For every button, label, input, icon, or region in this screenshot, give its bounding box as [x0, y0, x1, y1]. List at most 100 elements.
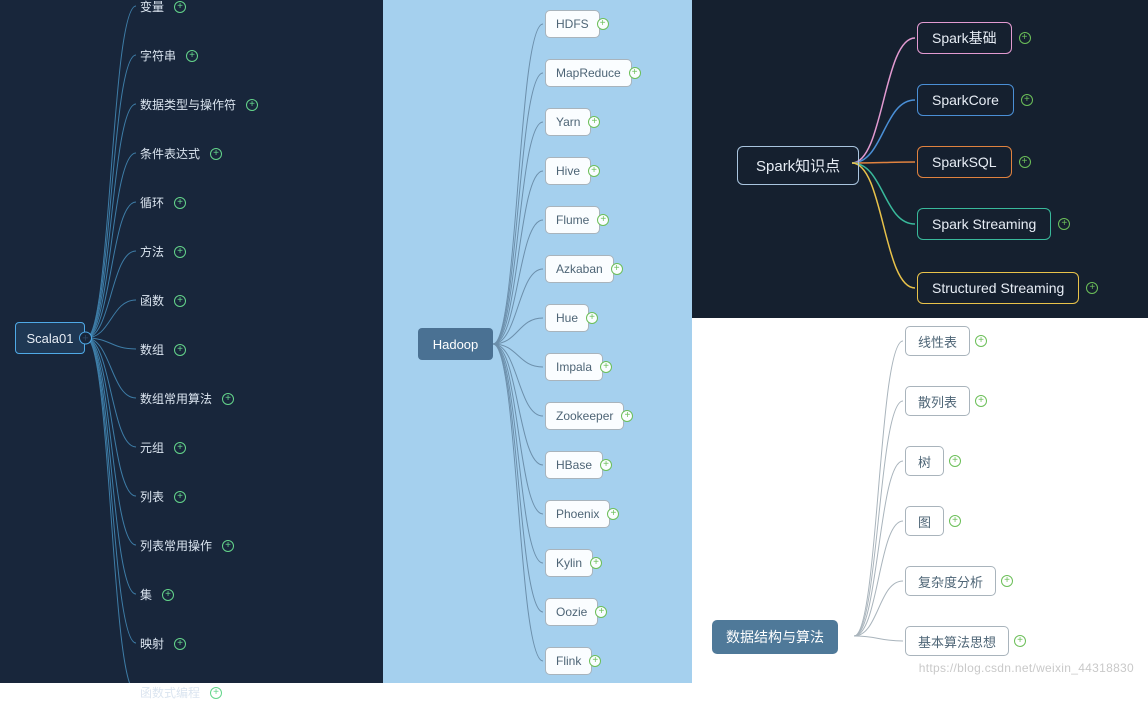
expand-icon[interactable]: + — [246, 99, 258, 111]
child-node[interactable]: 数组 + — [140, 341, 186, 358]
mindmap-datastructures: 数据结构与算法 https://blog.csdn.net/weixin_443… — [692, 318, 1148, 683]
expand-icon[interactable]: + — [1021, 94, 1033, 106]
expand-icon[interactable]: + — [174, 1, 186, 13]
child-node[interactable]: 线性表+ — [905, 326, 970, 356]
expand-icon[interactable]: + — [174, 197, 186, 209]
child-node[interactable]: 条件表达式+ — [140, 145, 222, 162]
expand-icon[interactable]: + — [611, 263, 623, 275]
child-node[interactable]: HDFS+ — [545, 10, 600, 38]
expand-icon[interactable]: + — [590, 557, 602, 569]
child-node[interactable]: Flume+ — [545, 206, 600, 234]
child-label: Oozie — [556, 605, 587, 619]
child-node[interactable]: Kylin+ — [545, 549, 593, 577]
expand-icon[interactable]: + — [174, 246, 186, 258]
child-label: 函数式编程 — [140, 684, 200, 701]
child-label: Spark基础 — [932, 28, 997, 48]
child-node[interactable]: Flink+ — [545, 647, 592, 675]
child-node[interactable]: Azkaban+ — [545, 255, 614, 283]
child-node[interactable]: 映射+ — [140, 635, 186, 652]
child-node[interactable]: Oozie+ — [545, 598, 598, 626]
child-label: HBase — [556, 458, 592, 472]
child-node[interactable]: 变量+ — [140, 0, 186, 15]
expand-icon[interactable]: + — [174, 295, 186, 307]
expand-icon[interactable]: + — [1019, 32, 1031, 44]
child-node[interactable]: 数组常用算法+ — [140, 390, 234, 407]
child-node[interactable]: Zookeeper+ — [545, 402, 624, 430]
child-label: SparkSQL — [932, 154, 997, 170]
root-node-spark[interactable]: Spark知识点 — [737, 146, 859, 185]
child-node[interactable]: Hive+ — [545, 157, 591, 185]
expand-icon[interactable]: + — [1058, 218, 1070, 230]
child-node[interactable]: 数据类型与操作符+ — [140, 96, 258, 113]
child-node[interactable]: 函数式编程 + — [140, 684, 222, 701]
root-node-ds[interactable]: 数据结构与算法 — [712, 620, 838, 654]
expand-icon[interactable]: + — [174, 442, 186, 454]
child-node[interactable]: 字符串+ — [140, 47, 198, 64]
expand-icon[interactable]: + — [588, 116, 600, 128]
expand-icon[interactable]: + — [1001, 575, 1013, 587]
expand-icon[interactable]: + — [210, 148, 222, 160]
root-node-scala[interactable]: Scala01 + — [15, 322, 85, 354]
expand-icon[interactable]: + — [595, 606, 607, 618]
expand-icon[interactable]: + — [1086, 282, 1098, 294]
expand-icon[interactable]: + — [586, 312, 598, 324]
child-label: Spark Streaming — [932, 216, 1036, 232]
child-node[interactable]: Hue+ — [545, 304, 589, 332]
expand-icon[interactable]: + — [588, 165, 600, 177]
expand-icon[interactable]: + — [222, 540, 234, 552]
child-node[interactable]: SparkCore+ — [917, 84, 1014, 116]
child-node[interactable]: 列表 + — [140, 488, 186, 505]
expand-icon[interactable]: + — [162, 589, 174, 601]
child-label: 循环 — [140, 194, 164, 211]
expand-icon[interactable]: + — [597, 214, 609, 226]
expand-icon[interactable]: + — [222, 393, 234, 405]
child-node[interactable]: HBase+ — [545, 451, 603, 479]
child-label: 基本算法思想 — [918, 632, 996, 651]
child-node[interactable]: Spark基础+ — [917, 22, 1012, 54]
child-node[interactable]: 集+ — [140, 586, 174, 603]
child-node[interactable]: 复杂度分析+ — [905, 566, 996, 596]
child-node[interactable]: 函数+ — [140, 292, 186, 309]
child-label: Azkaban — [556, 262, 603, 276]
expand-icon[interactable]: + — [589, 655, 601, 667]
expand-icon[interactable]: + — [210, 687, 222, 699]
expand-icon[interactable]: + — [174, 638, 186, 650]
child-node[interactable]: SparkSQL+ — [917, 146, 1012, 178]
child-node[interactable]: 方法+ — [140, 243, 186, 260]
child-label: Flume — [556, 213, 589, 227]
expand-icon[interactable]: + — [629, 67, 641, 79]
child-node[interactable]: 图+ — [905, 506, 944, 536]
expand-icon[interactable]: + — [597, 18, 609, 30]
child-node[interactable]: Structured Streaming+ — [917, 272, 1079, 304]
child-node[interactable]: MapReduce+ — [545, 59, 632, 87]
root-node-hadoop[interactable]: Hadoop — [418, 328, 493, 360]
expand-icon[interactable]: + — [1014, 635, 1026, 647]
expand-icon[interactable]: + — [949, 515, 961, 527]
expand-icon[interactable]: + — [174, 491, 186, 503]
expand-icon[interactable]: + — [607, 508, 619, 520]
expand-icon[interactable]: + — [600, 361, 612, 373]
child-node[interactable]: Yarn+ — [545, 108, 591, 136]
child-node[interactable]: 列表常用操作+ — [140, 537, 234, 554]
child-node[interactable]: Phoenix+ — [545, 500, 610, 528]
expand-icon[interactable]: + — [79, 332, 92, 345]
child-label: 数组 — [140, 341, 164, 358]
child-label: Kylin — [556, 556, 582, 570]
expand-icon[interactable]: + — [1019, 156, 1031, 168]
expand-icon[interactable]: + — [174, 344, 186, 356]
root-label: Spark知识点 — [756, 158, 840, 175]
child-label: 列表 — [140, 488, 164, 505]
child-node[interactable]: 元组+ — [140, 439, 186, 456]
expand-icon[interactable]: + — [975, 395, 987, 407]
child-node[interactable]: 基本算法思想+ — [905, 626, 1009, 656]
expand-icon[interactable]: + — [621, 410, 633, 422]
expand-icon[interactable]: + — [975, 335, 987, 347]
expand-icon[interactable]: + — [949, 455, 961, 467]
child-node[interactable]: Spark Streaming+ — [917, 208, 1051, 240]
child-node[interactable]: Impala+ — [545, 353, 603, 381]
child-node[interactable]: 树+ — [905, 446, 944, 476]
child-node[interactable]: 循环 + — [140, 194, 186, 211]
expand-icon[interactable]: + — [600, 459, 612, 471]
expand-icon[interactable]: + — [186, 50, 198, 62]
child-node[interactable]: 散列表+ — [905, 386, 970, 416]
